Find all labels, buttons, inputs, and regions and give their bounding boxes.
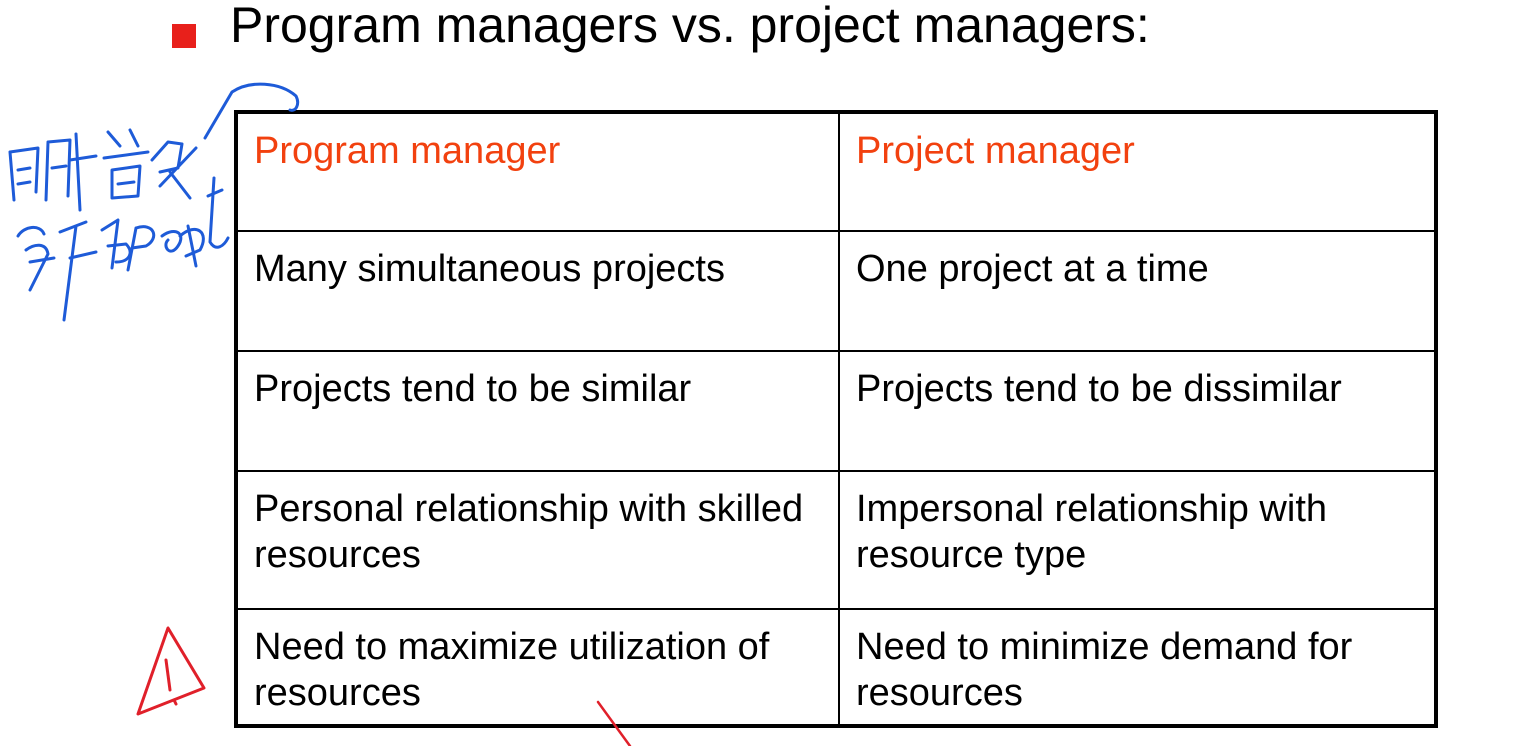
slide-title: Program managers vs. project managers: <box>230 0 1150 53</box>
table-cell: Need to maximize utilization of resource… <box>235 608 840 727</box>
bullet-square <box>172 24 196 48</box>
table-row: Personal relationship with skilled resou… <box>235 470 1437 610</box>
table-row: Many simultaneous projects One project a… <box>235 230 1437 352</box>
table-cell: Impersonal relationship with resource ty… <box>838 470 1437 610</box>
header-project-manager: Project manager <box>838 111 1437 232</box>
table-cell: Many simultaneous projects <box>235 230 840 352</box>
table-row: Projects tend to be similar Projects ten… <box>235 350 1437 472</box>
comparison-table: Program manager Project manager Many sim… <box>234 110 1438 728</box>
table-cell: Need to minimize demand for resources <box>838 608 1437 727</box>
warning-triangle-icon <box>136 626 206 716</box>
table-header-row: Program manager Project manager <box>235 111 1437 232</box>
table-cell: One project at a time <box>838 230 1437 352</box>
table-row: Need to maximize utilization of resource… <box>235 608 1437 727</box>
table-cell: Personal relationship with skilled resou… <box>235 470 840 610</box>
table-cell: Projects tend to be similar <box>235 350 840 472</box>
header-program-manager: Program manager <box>235 111 840 232</box>
table-cell: Projects tend to be dissimilar <box>838 350 1437 472</box>
